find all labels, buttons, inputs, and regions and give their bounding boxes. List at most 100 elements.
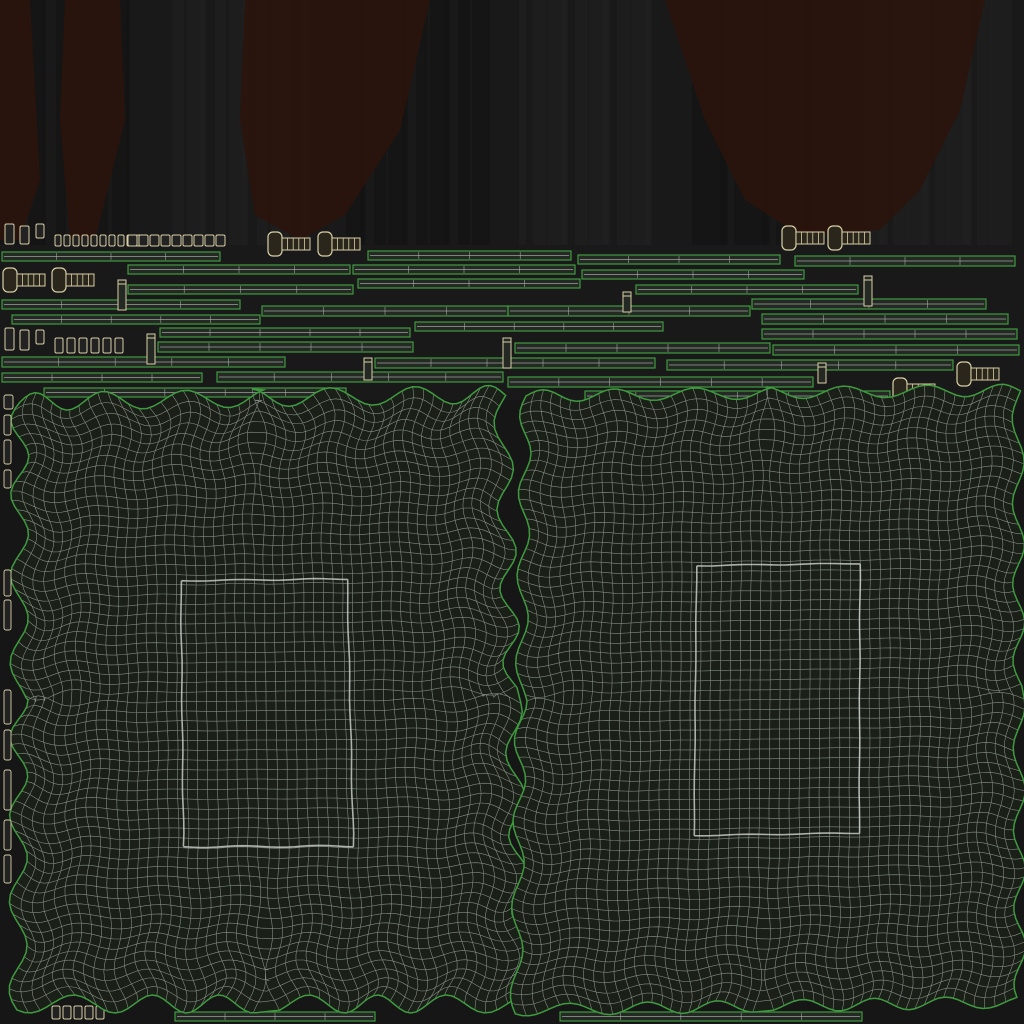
edge-piece <box>3 729 12 761</box>
connector-outline <box>817 362 827 384</box>
uv-strip <box>666 359 954 371</box>
panel-fill <box>9 385 532 1013</box>
uv-strip <box>794 255 1016 267</box>
uv-strip <box>127 284 354 295</box>
small-piece <box>54 337 64 354</box>
uv-strip <box>1 356 286 368</box>
small-piece <box>108 234 116 247</box>
uv-strip <box>1 372 203 383</box>
small-piece <box>215 234 226 247</box>
small-piece <box>138 234 149 247</box>
small-piece <box>4 223 15 245</box>
texture-streak <box>519 0 526 245</box>
texture-streak <box>126 0 130 245</box>
bolt-head <box>267 231 283 257</box>
texture-streak <box>575 0 588 245</box>
small-piece <box>81 234 89 247</box>
uv-connector <box>146 333 156 365</box>
uv-strip <box>761 313 1009 325</box>
bolt-head <box>781 225 797 251</box>
small-piece <box>117 234 125 247</box>
uv-connector <box>363 357 373 381</box>
uv-strip <box>157 341 414 353</box>
bolt-head <box>827 225 843 251</box>
bolt-head <box>317 231 333 257</box>
small-piece <box>127 234 138 247</box>
edge-piece <box>3 469 12 489</box>
texture-streak <box>215 0 226 245</box>
connector-outline <box>363 357 373 381</box>
small-piece <box>66 337 76 354</box>
texture-streak <box>533 0 546 245</box>
uv-strip <box>577 254 781 265</box>
uv-strip <box>507 376 814 388</box>
small-piece <box>19 225 30 245</box>
small-piece <box>182 234 193 247</box>
uv-strip <box>374 357 656 369</box>
small-piece <box>149 234 160 247</box>
bolt-shaft <box>970 367 1000 381</box>
uv-strip <box>11 314 261 325</box>
texture-streak <box>991 0 1012 245</box>
small-piece <box>78 337 88 354</box>
uv-connector <box>863 275 873 307</box>
bolt-shaft <box>841 231 871 245</box>
uv-strip <box>761 328 1018 340</box>
bolt-head <box>2 267 18 293</box>
texture-streak <box>444 0 450 245</box>
small-piece <box>84 1005 94 1020</box>
small-piece <box>35 223 45 239</box>
uv-strip <box>352 264 576 275</box>
uv-strip <box>514 342 771 354</box>
edge-piece <box>3 599 12 631</box>
small-piece <box>193 234 204 247</box>
texture-streak <box>645 0 652 245</box>
panel-fill <box>510 384 1024 1016</box>
texture-streak <box>617 0 630 245</box>
uv-panel-right <box>509 383 1024 1017</box>
small-piece <box>102 337 112 354</box>
uv-connector <box>117 279 127 311</box>
small-piece <box>171 234 182 247</box>
uv-strip <box>635 284 859 295</box>
edge-piece <box>3 854 12 884</box>
small-piece <box>62 1005 72 1020</box>
small-piece <box>90 337 100 354</box>
bolt-shaft <box>281 237 311 251</box>
texture-streak <box>472 0 490 245</box>
uv-strip <box>581 269 805 280</box>
bolt-head <box>51 267 67 293</box>
edge-piece <box>3 569 12 597</box>
uv-connector <box>622 291 632 313</box>
small-piece <box>160 234 171 247</box>
edge-piece <box>3 394 14 410</box>
uv-strip <box>367 250 572 261</box>
small-piece <box>73 1005 83 1020</box>
connector-outline <box>622 291 632 313</box>
uv-strip <box>261 305 509 317</box>
bolt-shaft <box>65 273 95 287</box>
uv-strip <box>414 321 664 332</box>
texture-streak <box>173 0 184 245</box>
texture-streak <box>977 0 992 245</box>
uv-strip <box>159 327 411 338</box>
uv-strip <box>1 251 221 262</box>
edge-piece <box>3 769 12 811</box>
uv-connector <box>502 337 512 369</box>
texture-streak <box>603 0 610 245</box>
small-piece <box>51 1005 61 1020</box>
edge-piece <box>3 689 12 725</box>
small-piece <box>99 234 107 247</box>
uv-connector <box>817 362 827 384</box>
bolt-head <box>956 361 972 387</box>
small-piece <box>72 234 80 247</box>
small-piece <box>114 337 124 354</box>
small-piece <box>19 329 30 351</box>
small-piece <box>54 234 62 247</box>
texture-streak <box>458 0 470 245</box>
uv-layout-canvas <box>0 0 1024 1024</box>
uv-layout-svg <box>0 0 1024 1024</box>
bolt-shaft <box>331 237 361 251</box>
texture-streak <box>42 0 46 245</box>
small-piece <box>63 234 71 247</box>
